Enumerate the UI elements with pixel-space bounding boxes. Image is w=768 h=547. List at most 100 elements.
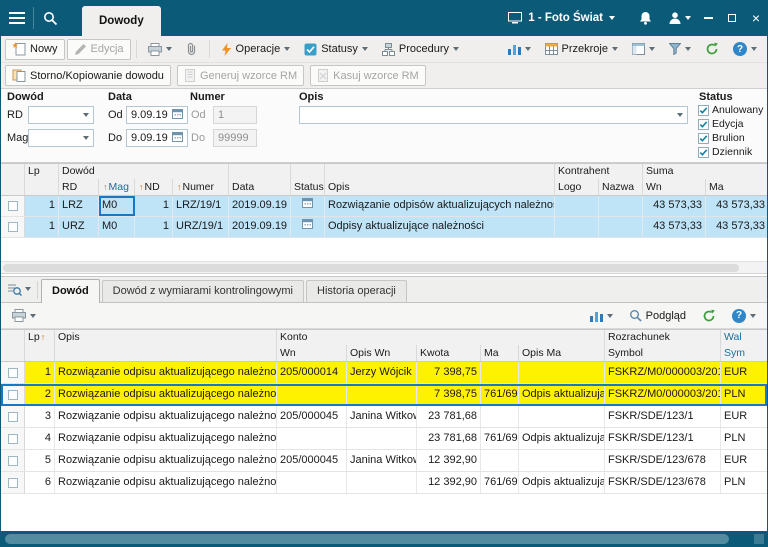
scrollbar-thumb[interactable] [5, 534, 729, 544]
cell-rozrachunek-symbol[interactable]: FSKR/SDE/123/1 [605, 406, 721, 427]
col-header-logo[interactable]: Logo [555, 179, 599, 195]
minimize-button[interactable] [697, 0, 719, 36]
cell-rd[interactable]: URZ [59, 217, 99, 237]
row-checkbox[interactable] [8, 478, 18, 488]
group-header-konto[interactable]: Konto [277, 330, 605, 345]
row-checkbox[interactable] [8, 368, 18, 378]
nowy-button[interactable]: Nowy [5, 39, 65, 60]
statusy-button[interactable]: Statusy [298, 39, 374, 60]
cell-lp[interactable]: 1 [25, 362, 55, 383]
cell-nazwa[interactable] [599, 217, 643, 237]
detail-grid-row[interactable]: 3Rozwiązanie odpisu aktualizującego nale… [1, 406, 767, 428]
group-header-kontrahent[interactable]: Kontrahent [555, 164, 643, 179]
storno-button[interactable]: Storno/Kopiowanie dowodu [5, 65, 171, 86]
cell-opis[interactable]: Rozwiązanie odpisów aktualizujących nale… [325, 196, 555, 216]
cell-lp[interactable]: 6 [25, 472, 55, 493]
col-header-lp[interactable]: Lp↑ [25, 330, 55, 345]
detail-tab-1[interactable]: Dowód [41, 279, 100, 303]
cell-opis[interactable]: Odpisy aktualizujące należności [325, 217, 555, 237]
row-checkbox[interactable] [8, 222, 18, 232]
cell-lp[interactable]: 1 [25, 217, 59, 237]
col-header-ma[interactable]: Ma [481, 345, 519, 361]
detail-grid-row[interactable]: 5Rozwiązanie odpisu aktualizującego nale… [1, 450, 767, 472]
status-filter-checkbox[interactable]: Brulion [698, 132, 745, 144]
main-grid-row[interactable]: 1URZM01URZ/19/12019.09.19Odpisy aktualiz… [1, 217, 767, 238]
cell-wn[interactable]: 43 573,33 [643, 196, 706, 216]
help-button[interactable]: ? [727, 39, 763, 60]
notifications-button[interactable] [629, 0, 661, 36]
col-header-waluta-symbol[interactable]: Sym [721, 345, 768, 361]
przekroje-button[interactable]: Przekroje [539, 39, 624, 60]
group-header-dowod[interactable]: Dowód [59, 164, 229, 179]
cell-logo[interactable] [555, 196, 599, 216]
detail-print-button[interactable] [6, 305, 42, 326]
cell-waluta[interactable]: EUR [721, 450, 768, 471]
col-header-wn[interactable]: Wn [643, 179, 706, 195]
edycja-button[interactable]: Edycja [67, 39, 131, 60]
user-menu-button[interactable] [663, 0, 695, 36]
detail-tab-2[interactable]: Dowód z wymiarami kontrolingowymi [102, 280, 304, 302]
chart-button[interactable] [502, 39, 537, 60]
col-header-opis[interactable]: Opis [55, 330, 277, 345]
cell-opis-wn[interactable]: Janina Witkowska [347, 450, 417, 471]
tab-dowody[interactable]: Dowody [82, 6, 161, 36]
row-select[interactable] [1, 406, 25, 427]
cell-konto-wn[interactable]: 205/000045 [277, 406, 347, 427]
cell-opis-ma[interactable]: Odpis aktualizujący [519, 384, 605, 405]
cell-konto-ma[interactable]: 761/69 [481, 384, 519, 405]
layout-button[interactable] [626, 39, 661, 60]
calendar-icon[interactable] [172, 108, 183, 122]
calendar-icon[interactable] [172, 131, 183, 145]
cell-opis-ma[interactable] [519, 362, 605, 383]
select-all-header[interactable] [1, 330, 25, 345]
resize-grip[interactable] [754, 534, 764, 544]
cell-waluta[interactable]: PLN [721, 472, 768, 493]
company-selector[interactable]: 1 - Foto Świat [508, 12, 615, 24]
cell-opis[interactable]: Rozwiązanie odpisu aktualizującego należ… [55, 406, 277, 427]
detail-grid-row[interactable]: 4Rozwiązanie odpisu aktualizującego nale… [1, 428, 767, 450]
cell-opis-wn[interactable]: Janina Witkowska [347, 406, 417, 427]
row-select[interactable] [1, 217, 25, 237]
cell-lp[interactable]: 4 [25, 428, 55, 449]
cell-rozrachunek-symbol[interactable]: FSKR/SDE/123/1 [605, 428, 721, 449]
cell-konto-wn[interactable] [277, 384, 347, 405]
menu-button[interactable] [1, 0, 33, 36]
cell-nazwa[interactable] [599, 196, 643, 216]
cell-data[interactable]: 2019.09.19 [229, 217, 291, 237]
status-filter-checkbox[interactable]: Dziennik [698, 146, 752, 158]
detail-refresh-button[interactable] [696, 305, 722, 326]
detail-chart-button[interactable] [584, 305, 619, 326]
col-header-kwota[interactable]: Kwota [417, 345, 481, 361]
col-header-symbol[interactable]: Symbol [605, 345, 721, 361]
col-header-opis-wn[interactable]: Opis Wn [347, 345, 417, 361]
cell-rozrachunek-symbol[interactable]: FSKR/SDE/123/678 [605, 472, 721, 493]
col-header-ma[interactable]: Ma [706, 179, 768, 195]
cell-konto-wn[interactable]: 205/000014 [277, 362, 347, 383]
cell-konto-ma[interactable] [481, 450, 519, 471]
main-grid-row[interactable]: 1LRZM01LRZ/19/12019.09.19Rozwiązanie odp… [1, 196, 767, 217]
cell-opis-wn[interactable] [347, 384, 417, 405]
data-do-input[interactable]: 9.09.19 [126, 129, 188, 147]
numer-do-input[interactable]: 99999 [213, 129, 257, 147]
detail-search-button[interactable] [1, 276, 37, 302]
cell-rozrachunek-symbol[interactable]: FSKRZ/M0/000003/2019 [605, 384, 721, 405]
cell-ma[interactable]: 43 573,33 [706, 196, 768, 216]
cell-rozrachunek-symbol[interactable]: FSKR/SDE/123/678 [605, 450, 721, 471]
cell-ma[interactable]: 43 573,33 [706, 217, 768, 237]
row-select[interactable] [1, 384, 25, 405]
cell-lp[interactable]: 5 [25, 450, 55, 471]
cell-opis-wn[interactable]: Jerzy Wójcik [347, 362, 417, 383]
cell-data[interactable]: 2019.09.19 [229, 196, 291, 216]
maximize-button[interactable] [721, 0, 743, 36]
mag-select[interactable] [28, 129, 94, 147]
cell-opis[interactable]: Rozwiązanie odpisu aktualizującego należ… [55, 472, 277, 493]
filter-settings-button[interactable] [663, 39, 697, 60]
bottom-scrollbar[interactable] [1, 531, 767, 547]
scrollbar-thumb[interactable] [3, 264, 739, 272]
cell-mag[interactable]: M0 [99, 217, 135, 237]
cell-opis-wn[interactable] [347, 472, 417, 493]
cell-waluta[interactable]: PLN [721, 428, 768, 449]
row-select[interactable] [1, 450, 25, 471]
col-header-opis[interactable]: Opis [325, 179, 555, 195]
cell-konto-wn[interactable]: 205/000045 [277, 450, 347, 471]
